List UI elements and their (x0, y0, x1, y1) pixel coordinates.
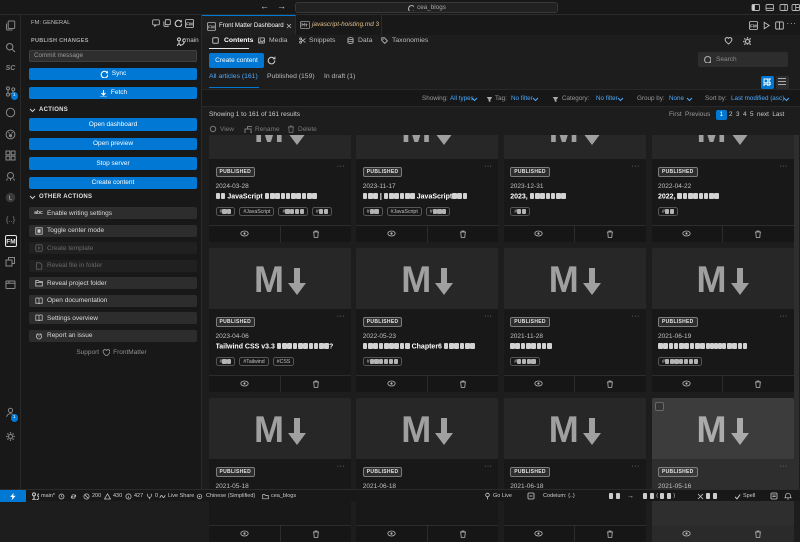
svg-text:FM: FM (750, 24, 757, 29)
svg-text:FM: FM (186, 22, 193, 27)
svg-text:{..}: {..} (6, 215, 16, 224)
svg-text:FM: FM (208, 24, 215, 29)
svg-text:L: L (9, 196, 12, 202)
svg-text:FM: FM (6, 239, 15, 246)
